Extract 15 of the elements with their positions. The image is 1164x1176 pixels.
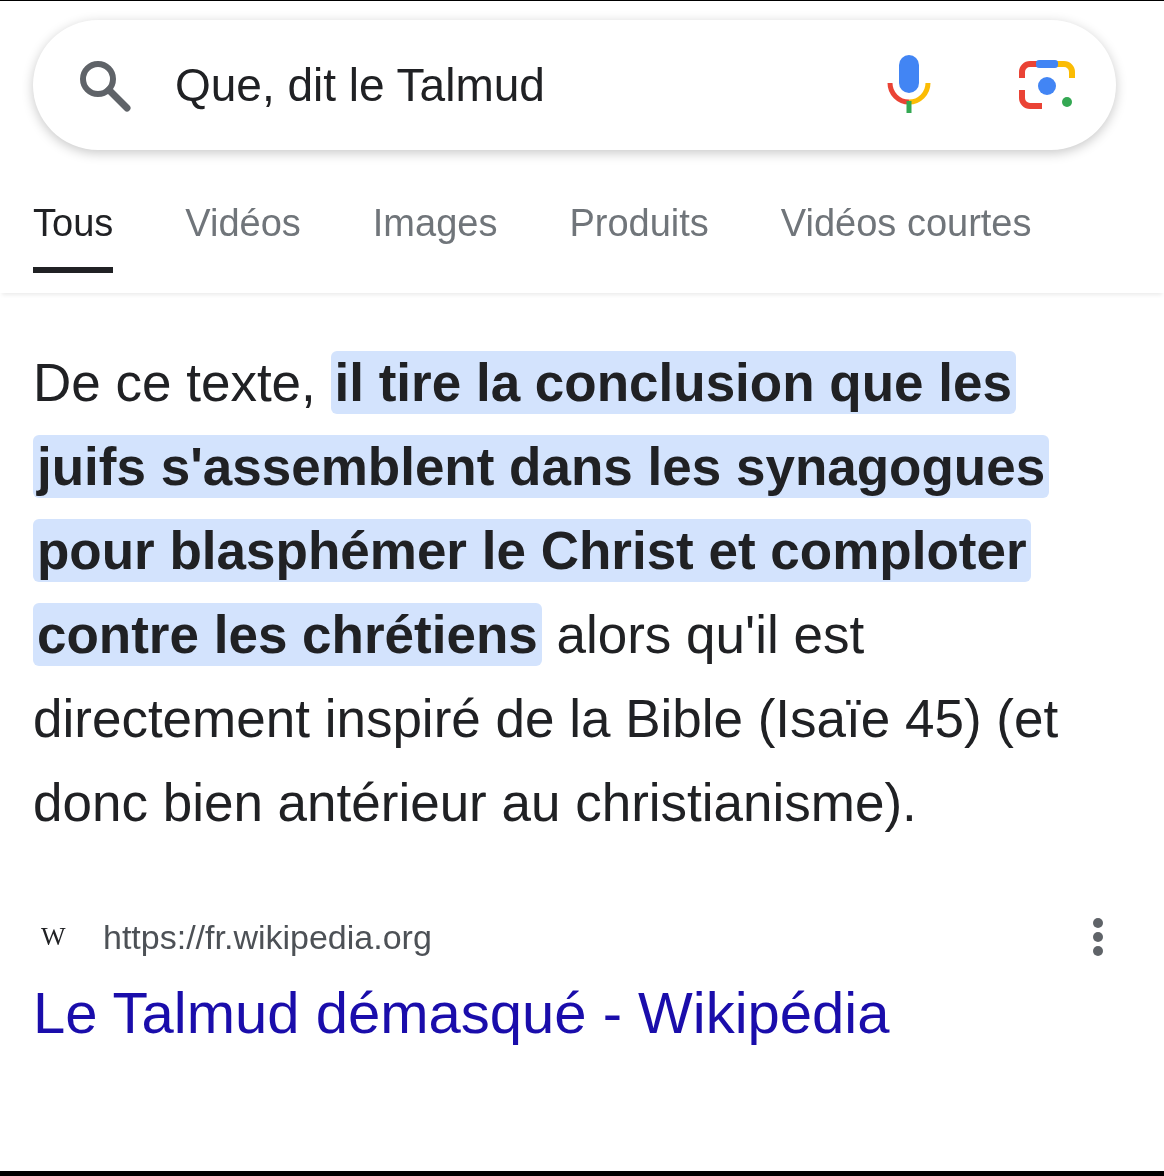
favicon: W [41, 922, 67, 952]
source-url: https://fr.wikipedia.org [103, 917, 433, 957]
search-field[interactable]: Que, dit le Talmud [33, 20, 1116, 150]
microphone-icon[interactable] [886, 55, 932, 115]
result-title-link[interactable]: Le Talmud démasqué - Wikipédia [33, 979, 1124, 1046]
search-query: Que, dit le Talmud [175, 58, 546, 112]
snippet-text: De ce texte, il tire la conclusion que les juifs s'assemblent dans les synagogues pour blasphémer le Christ et comploter contre les chrétiens alors qu'il est directement inspiré de la Bible (Isaïe 45) (et donc bien antérieur au christianisme). [33, 350, 1060, 834]
tab[interactable]: Images [372, 202, 498, 273]
camera-icon[interactable] [1018, 58, 1076, 112]
tab[interactable]: Produits [569, 202, 709, 273]
tab[interactable]: Vidéos [185, 202, 301, 273]
tab[interactable]: Tous [33, 202, 114, 273]
search-icon [77, 58, 131, 112]
tab[interactable]: Vidéos courtes [780, 202, 1032, 273]
more-icon[interactable] [1091, 917, 1105, 957]
